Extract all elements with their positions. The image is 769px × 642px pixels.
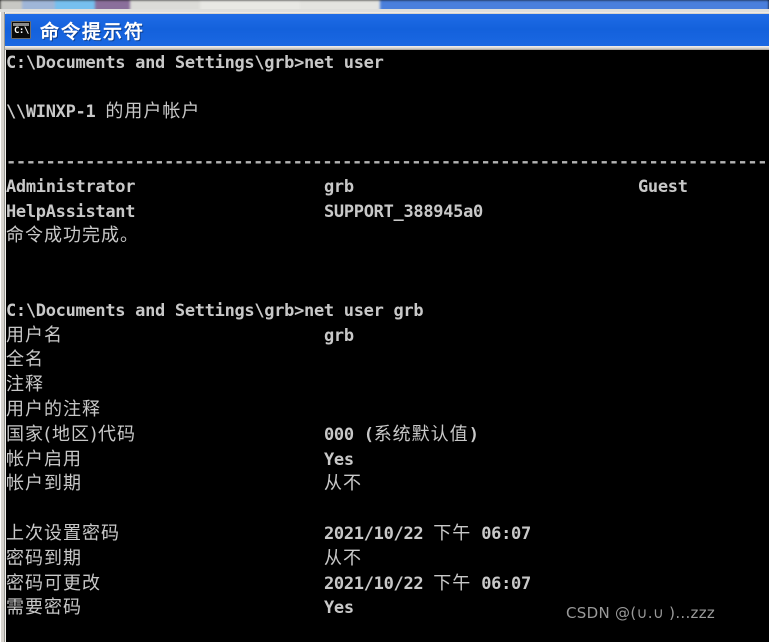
console-field-label: 用户的注释 (6, 398, 101, 420)
console-field-value-part: 下午 (433, 572, 472, 594)
console-field-value: 000 (系统默认值) (324, 423, 479, 448)
console-user-name: Guest (638, 176, 688, 197)
console-separator: ----------------------------------------… (6, 151, 769, 172)
console-user-name: HelpAssistant (6, 201, 136, 222)
console-field-value-part: 2021/10/22 (324, 523, 434, 544)
console-icon-label: C:\ (14, 26, 29, 36)
console-field-label: 注释 (6, 374, 44, 396)
console-heading-text: 的用户帐户 (105, 101, 201, 123)
console-field-value: grb (324, 325, 354, 346)
window-title: 命令提示符 (40, 20, 146, 43)
console-field-label: 密码可更改 (6, 572, 101, 594)
console-line: HelpAssistant SUPPORT_388945a0 (6, 200, 769, 225)
console-field-value: 从不 (324, 472, 362, 497)
console-line: Administrator grb Guest (6, 175, 769, 200)
console-user-name: Administrator (6, 176, 136, 197)
console-field-value-part: 06:07 (471, 573, 531, 594)
console-line: \\WINXP-1 的用户帐户 (6, 100, 769, 125)
console-line: 注释 (6, 373, 769, 398)
console-line: 国家(地区)代码 000 (系统默认值) (6, 423, 769, 448)
console-user-name: grb (324, 176, 354, 197)
console-field-label: 全名 (6, 349, 44, 371)
console-line: 命令成功完成。 (6, 224, 769, 249)
console-field-label: 上次设置密码 (6, 522, 120, 544)
console-field-label: 帐户到期 (6, 473, 82, 495)
console-field-label: 需要密码 (6, 597, 82, 619)
console-field-value: 2021/10/22 下午 06:07 (324, 572, 531, 597)
console-field-value-part: 下午 (433, 522, 472, 544)
console-field-value: 2021/10/22 下午 06:07 (324, 522, 531, 547)
console-field-value: 从不 (324, 547, 362, 572)
console-field-value-part: 06:07 (471, 523, 531, 544)
console-field-label: 用户名 (6, 324, 63, 346)
console-field-value: Yes (324, 449, 354, 470)
console-prompt-line: C:\Documents and Settings\grb>net user (6, 52, 384, 73)
console-line: 帐户到期 从不 (6, 472, 769, 497)
console-field-label: 帐户启用 (6, 448, 82, 470)
console-field-value-part: 000 ( (324, 424, 374, 445)
console-prompt-line: C:\Documents and Settings\grb>net user g… (6, 300, 424, 321)
console-text-buffer: C:\Documents and Settings\grb>net user \… (6, 50, 769, 621)
console-user-name: SUPPORT_388945a0 (324, 201, 483, 222)
console-line: 需要密码 Yes (6, 596, 769, 621)
console-output-area[interactable]: C:\Documents and Settings\grb>net user \… (6, 50, 769, 642)
console-line: 密码到期 从不 (6, 547, 769, 572)
console-line: 密码可更改 2021/10/22 下午 06:07 (6, 572, 769, 597)
console-field-label: 密码到期 (6, 547, 82, 569)
console-field-value-part: 系统默认值 (373, 423, 469, 445)
window-titlebar[interactable]: C:\ 命令提示符 (5, 14, 769, 46)
console-message: 命令成功完成。 (6, 225, 139, 247)
console-field-value-part: 从不 (324, 547, 362, 569)
console-line: 用户的注释 (6, 398, 769, 423)
console-field-label: 国家(地区)代码 (6, 423, 137, 445)
console-icon: C:\ (11, 21, 31, 39)
console-line: 全名 (6, 348, 769, 373)
console-line: C:\Documents and Settings\grb>net user (6, 51, 769, 76)
console-line: 上次设置密码 2021/10/22 下午 06:07 (6, 522, 769, 547)
console-field-value: Yes (324, 598, 354, 619)
console-line: ----------------------------------------… (6, 150, 769, 175)
console-field-value-part: 2021/10/22 (324, 573, 434, 594)
screen: C:\ 命令提示符 C:\Documents and Settings\grb>… (0, 0, 769, 642)
console-field-value-part: ) (468, 424, 479, 445)
console-line: C:\Documents and Settings\grb>net user g… (6, 299, 769, 324)
console-field-value-part: 从不 (324, 473, 362, 495)
console-heading: \\WINXP-1 的用户帐户 (6, 100, 200, 125)
console-heading-host: \\WINXP-1 (6, 102, 106, 123)
console-line: 帐户启用 Yes (6, 448, 769, 473)
console-line: 用户名 grb (6, 324, 769, 349)
